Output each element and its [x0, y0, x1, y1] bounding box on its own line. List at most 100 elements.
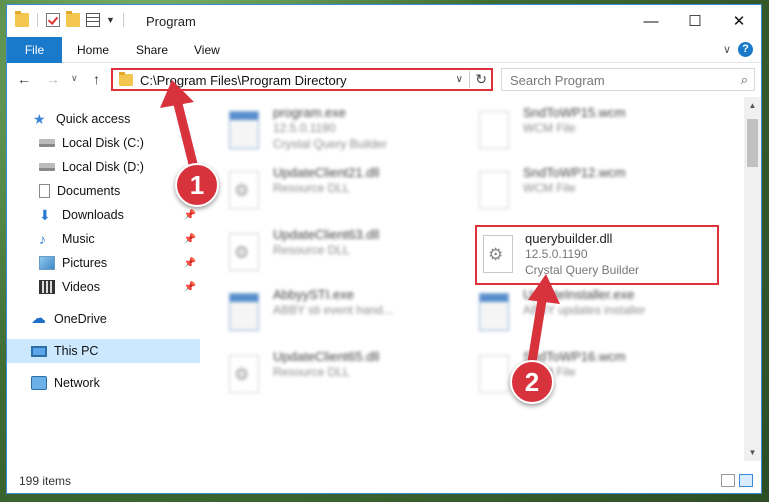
quick-access-toolbar: ▼ — [15, 11, 126, 27]
sidebar-item-label: Music — [62, 232, 95, 246]
search-placeholder[interactable]: Search Program — [510, 73, 605, 88]
file-item[interactable]: AbbyySTI.exe ABBY sti event hand... — [217, 287, 457, 337]
sidebar-item-music[interactable]: ♪ Music 📌 — [7, 227, 200, 251]
minimize-button[interactable]: — — [629, 5, 673, 37]
star-icon: ★ — [33, 111, 46, 127]
file-item[interactable]: UpdateClient65.dll Resource DLL — [217, 349, 457, 399]
pin-icon[interactable]: 📌 — [184, 234, 196, 245]
file-version: 12.5.0.1190 — [273, 121, 336, 135]
file-item[interactable]: UpdateInstaller.exe ABBY updates install… — [467, 287, 707, 337]
exe-file-icon — [479, 293, 509, 331]
scroll-down-arrow-icon[interactable]: ▼ — [744, 444, 761, 461]
sidebar-item-label: Local Disk (D:) — [62, 160, 144, 174]
new-folder-icon[interactable] — [66, 11, 80, 27]
dll-file-icon — [229, 355, 259, 393]
file-name: UpdateClient65.dll — [273, 349, 380, 364]
file-item[interactable]: SndToWP16.wcm WCM File — [467, 349, 707, 399]
scrollbar-thumb[interactable] — [747, 119, 758, 167]
tab-home[interactable]: Home — [77, 37, 109, 63]
back-arrow-icon[interactable]: ← — [17, 71, 31, 87]
pin-icon[interactable]: 📌 — [184, 210, 196, 221]
address-path[interactable]: C:\Program Files\Program Directory — [140, 73, 347, 88]
file-version: 12.5.0.1190 — [525, 247, 588, 261]
search-icon[interactable]: ⌕ — [741, 72, 748, 88]
tab-file[interactable]: File — [7, 37, 62, 63]
search-box[interactable]: Search Program ⌕ — [501, 68, 755, 91]
tiles-view-icon[interactable] — [739, 474, 753, 487]
sidebar-item-label: Network — [54, 376, 100, 390]
file-description: Crystal Query Builder — [525, 263, 640, 277]
exe-file-icon — [229, 111, 259, 149]
sidebar-item-label: Documents — [57, 184, 121, 198]
file-name: UpdateClient63.dll — [273, 227, 380, 242]
tab-share[interactable]: Share — [136, 37, 168, 63]
sidebar-item-label: Local Disk (C:) — [62, 136, 144, 150]
vertical-scrollbar[interactable]: ▲ ▼ — [744, 97, 761, 461]
download-icon: ⬇ — [39, 207, 51, 223]
file-item[interactable]: program.exe 12.5.0.1190 Crystal Query Bu… — [217, 105, 457, 155]
sidebar-item-documents[interactable]: Documents — [7, 179, 200, 203]
documents-icon — [39, 184, 50, 198]
blank-file-icon — [479, 355, 509, 393]
navigation-bar: ← → ∨ ↑ C:\Program Files\Program Directo… — [7, 63, 761, 97]
file-item-querybuilder-dll[interactable]: querybuilder.dll 12.5.0.1190 Crystal Que… — [475, 225, 719, 285]
dll-file-icon — [229, 233, 259, 271]
maximize-button[interactable]: ☐ — [673, 5, 717, 37]
address-bar[interactable]: C:\Program Files\Program Directory ∨ ↻ — [111, 68, 493, 91]
file-item[interactable]: UpdateClient63.dll Resource DLL — [217, 227, 457, 277]
sidebar-item-label: Videos — [62, 280, 100, 294]
file-type: Resource DLL — [273, 181, 350, 195]
recent-locations-chevron-icon[interactable]: ∨ — [71, 73, 78, 84]
blank-file-icon — [479, 111, 509, 149]
step-badge-2: 2 — [510, 360, 554, 404]
scroll-up-arrow-icon[interactable]: ▲ — [744, 97, 761, 114]
file-type: WCM File — [523, 121, 576, 135]
sidebar-item-local-disk-c[interactable]: Local Disk (C:) — [7, 131, 200, 155]
expand-ribbon-icon[interactable]: ∨ — [723, 43, 731, 56]
disk-icon — [39, 163, 55, 171]
file-item[interactable]: SndToWP12.wcm WCM File — [467, 165, 707, 215]
sidebar-item-pictures[interactable]: Pictures 📌 — [7, 251, 200, 275]
pin-icon[interactable]: 📌 — [184, 258, 196, 269]
sidebar-item-onedrive[interactable]: ☁ OneDrive — [7, 307, 200, 331]
folder-icon — [119, 72, 133, 86]
file-item[interactable]: SndToWP15.wcm WCM File — [467, 105, 707, 155]
pictures-icon — [39, 256, 55, 270]
title-bar: ▼ Program — ☐ ✕ — [7, 5, 761, 37]
close-button[interactable]: ✕ — [717, 5, 761, 37]
pin-icon[interactable]: 📌 — [184, 282, 196, 293]
sidebar-item-local-disk-d[interactable]: Local Disk (D:) — [7, 155, 200, 179]
folder-icon[interactable] — [15, 11, 29, 27]
sidebar-item-this-pc[interactable]: This PC — [7, 339, 200, 363]
properties-check-icon[interactable] — [46, 13, 60, 27]
sidebar-item-network[interactable]: Network — [7, 371, 200, 395]
file-item[interactable]: UpdateClient21.dll Resource DLL — [217, 165, 457, 215]
disk-icon — [39, 139, 55, 147]
dll-file-icon — [483, 235, 513, 273]
item-count: 199 items — [19, 474, 72, 488]
refresh-icon[interactable]: ↻ — [469, 71, 487, 88]
file-type: WCM File — [523, 181, 576, 195]
sidebar-item-label: OneDrive — [54, 312, 107, 326]
ribbon-tabs: File Home Share View ∨ ? — [7, 37, 761, 63]
up-arrow-icon[interactable]: ↑ — [93, 71, 100, 87]
customize-toolbar-icon[interactable] — [86, 13, 100, 27]
sidebar-item-label: Pictures — [62, 256, 108, 270]
file-type: Resource DLL — [273, 365, 350, 379]
help-icon[interactable]: ? — [738, 42, 753, 57]
details-view-icon[interactable] — [721, 474, 735, 487]
file-list: program.exe 12.5.0.1190 Crystal Query Bu… — [211, 97, 738, 461]
music-icon: ♪ — [39, 231, 46, 247]
tab-view[interactable]: View — [194, 37, 220, 63]
chevron-down-icon[interactable]: ▼ — [106, 15, 115, 25]
file-name: querybuilder.dll — [525, 231, 613, 246]
toolbar-divider — [37, 13, 38, 27]
file-name: SndToWP15.wcm — [523, 105, 626, 120]
address-dropdown-chevron-icon[interactable]: ∨ — [456, 74, 463, 85]
sidebar-item-videos[interactable]: Videos 📌 — [7, 275, 200, 299]
sidebar-item-downloads[interactable]: ⬇ Downloads 📌 — [7, 203, 200, 227]
forward-arrow-icon[interactable]: → — [46, 71, 60, 87]
videos-icon — [39, 280, 55, 294]
sidebar-item-quick-access[interactable]: ★ Quick access — [7, 107, 200, 131]
step-badge-1: 1 — [175, 163, 219, 207]
